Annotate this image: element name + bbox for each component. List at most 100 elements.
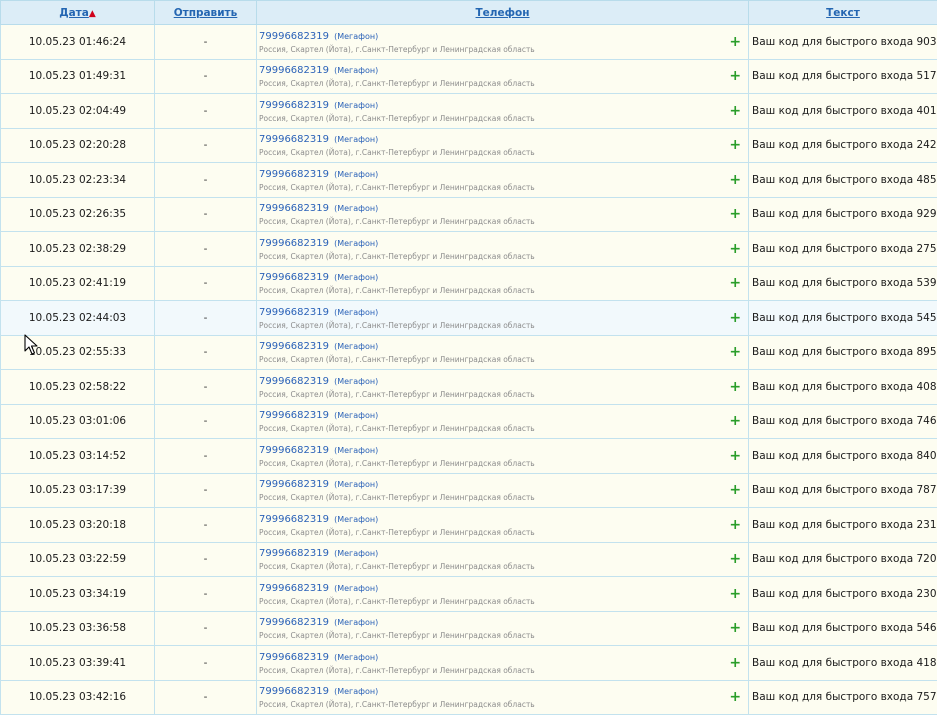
message-text: Ваш код для быстрого входа 9039 — [749, 25, 937, 60]
message-text: Ваш код для быстрого входа 8400 — [749, 439, 937, 474]
send-cell: - — [155, 128, 257, 163]
location-label: Россия, Скартел (Йота), г.Санкт-Петербур… — [259, 182, 723, 194]
send-cell: - — [155, 59, 257, 94]
send-sort-link[interactable]: Отправить — [174, 7, 238, 19]
add-icon[interactable]: + — [723, 680, 749, 715]
operator-label: (Мегафон) — [334, 515, 378, 524]
phone-number[interactable]: 79996682319 — [259, 65, 329, 76]
add-icon[interactable]: + — [723, 404, 749, 439]
message-text: Ваш код для быстрого входа 4081 — [749, 370, 937, 405]
add-icon[interactable]: + — [723, 59, 749, 94]
phone-number[interactable]: 79996682319 — [259, 548, 329, 559]
add-icon[interactable]: + — [723, 473, 749, 508]
add-icon[interactable]: + — [723, 611, 749, 646]
phone-line: 79996682319 (Мегафон) — [259, 442, 723, 457]
operator-label: (Мегафон) — [334, 377, 378, 386]
add-icon[interactable]: + — [723, 577, 749, 612]
mouse-cursor-icon — [24, 334, 40, 356]
add-icon[interactable]: + — [723, 508, 749, 543]
operator-label: (Мегафон) — [334, 446, 378, 455]
phone-number[interactable]: 79996682319 — [259, 341, 329, 352]
phone-number[interactable]: 79996682319 — [259, 686, 329, 697]
location-label: Россия, Скартел (Йота), г.Санкт-Петербур… — [259, 251, 723, 263]
date-cell: 10.05.23 03:22:59 — [1, 542, 155, 577]
operator-label: (Мегафон) — [334, 411, 378, 420]
phone-cell: 79996682319 (Мегафон)Россия, Скартел (Йо… — [257, 680, 723, 715]
table-row: 10.05.23 03:17:39-79996682319 (Мегафон)Р… — [1, 473, 937, 508]
message-text: Ваш код для быстрого входа 4855 — [749, 163, 937, 198]
send-cell: - — [155, 370, 257, 405]
text-column-header: Текст — [749, 1, 937, 25]
operator-label: (Мегафон) — [334, 584, 378, 593]
table-row: 10.05.23 02:38:29-79996682319 (Мегафон)Р… — [1, 232, 937, 267]
phone-number[interactable]: 79996682319 — [259, 307, 329, 318]
add-icon[interactable]: + — [723, 128, 749, 163]
phone-number[interactable]: 79996682319 — [259, 169, 329, 180]
add-icon[interactable]: + — [723, 25, 749, 60]
send-cell: - — [155, 25, 257, 60]
send-cell: - — [155, 335, 257, 370]
phone-number[interactable]: 79996682319 — [259, 410, 329, 421]
phone-cell: 79996682319 (Мегафон)Россия, Скартел (Йо… — [257, 128, 723, 163]
table-row: 10.05.23 03:01:06-79996682319 (Мегафон)Р… — [1, 404, 937, 439]
add-icon[interactable]: + — [723, 266, 749, 301]
phone-number[interactable]: 79996682319 — [259, 272, 329, 283]
message-text: Ваш код для быстрого входа 9291 — [749, 197, 937, 232]
phone-number[interactable]: 79996682319 — [259, 203, 329, 214]
message-text: Ваш код для быстрого входа 2754 — [749, 232, 937, 267]
phone-sort-link[interactable]: Телефон — [476, 7, 530, 19]
phone-number[interactable]: 79996682319 — [259, 445, 329, 456]
add-icon[interactable]: + — [723, 439, 749, 474]
table-row: 10.05.23 02:58:22-79996682319 (Мегафон)Р… — [1, 370, 937, 405]
add-icon[interactable]: + — [723, 335, 749, 370]
phone-line: 79996682319 (Мегафон) — [259, 614, 723, 629]
operator-label: (Мегафон) — [334, 342, 378, 351]
phone-line: 79996682319 (Мегафон) — [259, 166, 723, 181]
sms-table-body: 10.05.23 01:46:24-79996682319 (Мегафон)Р… — [1, 25, 937, 715]
phone-number[interactable]: 79996682319 — [259, 31, 329, 42]
phone-number[interactable]: 79996682319 — [259, 514, 329, 525]
location-label: Россия, Скартел (Йота), г.Санкт-Петербур… — [259, 113, 723, 125]
add-icon[interactable]: + — [723, 542, 749, 577]
phone-cell: 79996682319 (Мегафон)Россия, Скартел (Йо… — [257, 197, 723, 232]
add-icon[interactable]: + — [723, 301, 749, 336]
add-icon[interactable]: + — [723, 646, 749, 681]
phone-line: 79996682319 (Мегафон) — [259, 269, 723, 284]
phone-cell: 79996682319 (Мегафон)Россия, Скартел (Йо… — [257, 404, 723, 439]
add-icon[interactable]: + — [723, 197, 749, 232]
location-label: Россия, Скартел (Йота), г.Санкт-Петербур… — [259, 665, 723, 677]
date-cell: 10.05.23 03:17:39 — [1, 473, 155, 508]
phone-cell: 79996682319 (Мегафон)Россия, Скартел (Йо… — [257, 370, 723, 405]
message-text: Ваш код для быстрого входа 5175 — [749, 59, 937, 94]
date-column-header: Дата▲ — [1, 1, 155, 25]
phone-line: 79996682319 (Мегафон) — [259, 28, 723, 43]
phone-number[interactable]: 79996682319 — [259, 100, 329, 111]
send-cell: - — [155, 577, 257, 612]
phone-number[interactable]: 79996682319 — [259, 583, 329, 594]
phone-number[interactable]: 79996682319 — [259, 238, 329, 249]
operator-label: (Мегафон) — [334, 170, 378, 179]
phone-number[interactable]: 79996682319 — [259, 652, 329, 663]
phone-cell: 79996682319 (Мегафон)Россия, Скартел (Йо… — [257, 301, 723, 336]
phone-cell: 79996682319 (Мегафон)Россия, Скартел (Йо… — [257, 646, 723, 681]
send-cell: - — [155, 508, 257, 543]
operator-label: (Мегафон) — [334, 66, 378, 75]
phone-number[interactable]: 79996682319 — [259, 617, 329, 628]
phone-number[interactable]: 79996682319 — [259, 134, 329, 145]
date-sort-link[interactable]: Дата — [59, 7, 89, 19]
location-label: Россия, Скартел (Йота), г.Санкт-Петербур… — [259, 492, 723, 504]
text-sort-link[interactable]: Текст — [826, 7, 860, 19]
operator-label: (Мегафон) — [334, 618, 378, 627]
phone-cell: 79996682319 (Мегафон)Россия, Скартел (Йо… — [257, 542, 723, 577]
table-row: 10.05.23 01:46:24-79996682319 (Мегафон)Р… — [1, 25, 937, 60]
phone-number[interactable]: 79996682319 — [259, 479, 329, 490]
add-icon[interactable]: + — [723, 370, 749, 405]
phone-cell: 79996682319 (Мегафон)Россия, Скартел (Йо… — [257, 163, 723, 198]
phone-number[interactable]: 79996682319 — [259, 376, 329, 387]
phone-cell: 79996682319 (Мегафон)Россия, Скартел (Йо… — [257, 25, 723, 60]
add-icon[interactable]: + — [723, 163, 749, 198]
add-icon[interactable]: + — [723, 94, 749, 129]
add-icon[interactable]: + — [723, 232, 749, 267]
date-cell: 10.05.23 03:34:19 — [1, 577, 155, 612]
date-cell: 10.05.23 02:26:35 — [1, 197, 155, 232]
